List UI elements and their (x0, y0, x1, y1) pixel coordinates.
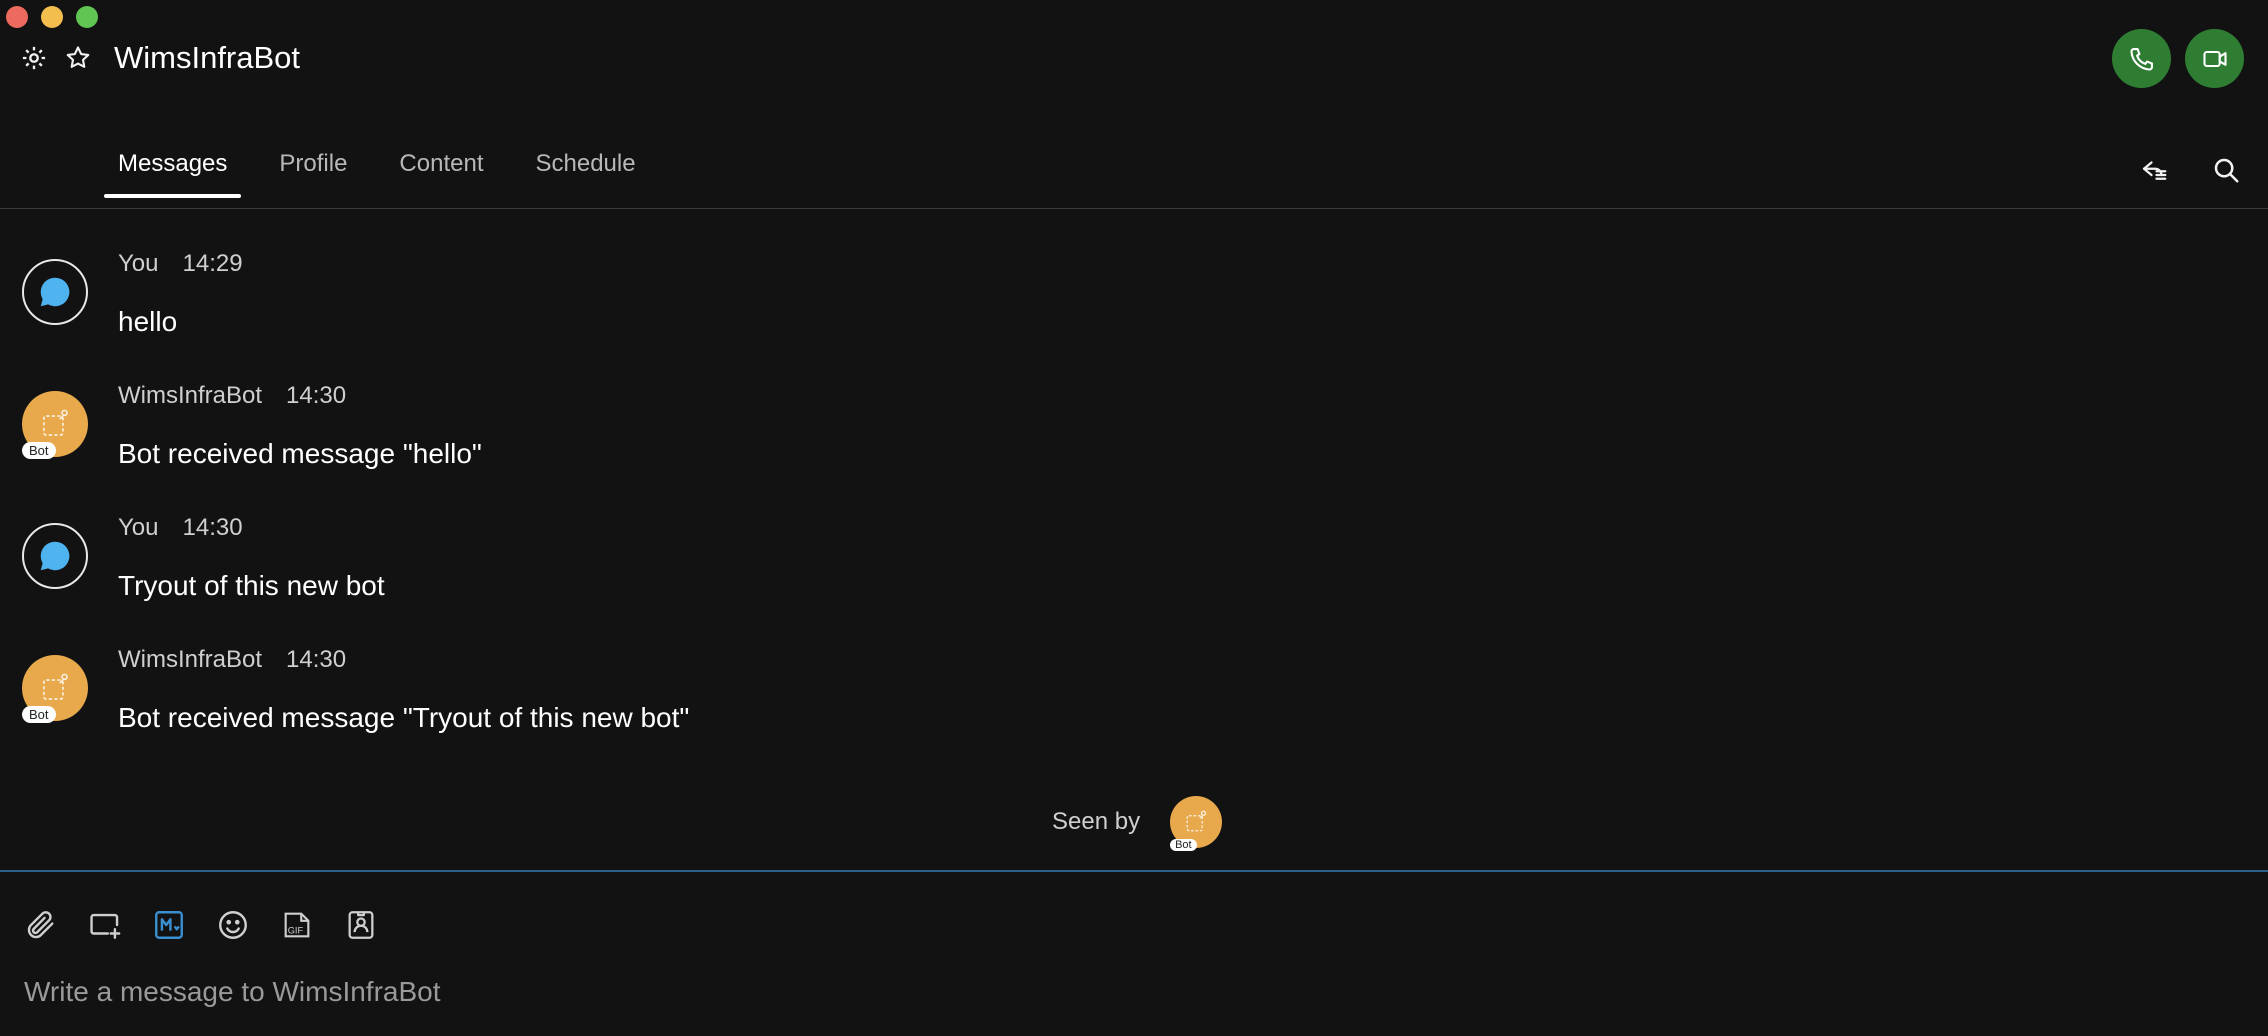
message-meta: WimsInfraBot 14:30 (118, 646, 346, 674)
video-icon (2202, 50, 2227, 67)
composer-toolbar: GIF (24, 908, 378, 942)
tab-messages[interactable]: Messages (104, 150, 242, 198)
attach-icon[interactable] (24, 908, 58, 942)
message-time: 14:30 (286, 646, 347, 673)
add-screen-icon[interactable] (88, 908, 122, 942)
close-window-button[interactable] (6, 6, 28, 28)
seen-avatar[interactable]: Bot (1170, 796, 1223, 851)
gear-icon[interactable] (20, 44, 48, 72)
markdown-icon[interactable] (152, 908, 186, 942)
message-input[interactable] (24, 970, 2224, 1014)
tab-actions (2138, 154, 2242, 186)
bot-badge: Bot (22, 442, 56, 459)
message-item: You 14:29 hello (20, 250, 2268, 382)
bot-icon (43, 673, 68, 700)
video-call-button[interactable] (2185, 29, 2244, 88)
tab-content[interactable]: Content (385, 150, 497, 198)
contact-icon[interactable] (344, 908, 378, 942)
audio-call-button[interactable] (2112, 29, 2171, 88)
tab-divider (0, 208, 2268, 209)
tab-schedule[interactable]: Schedule (521, 150, 649, 198)
message-time: 14:29 (182, 250, 243, 277)
message-sender: You (118, 250, 159, 277)
phone-icon (2129, 47, 2153, 71)
avatar[interactable]: Bot (22, 655, 88, 723)
svg-text:GIF: GIF (288, 926, 304, 936)
share-icon[interactable] (2138, 154, 2170, 186)
seen-by: Seen by Bot (1052, 796, 1223, 851)
message-item: You 14:30 Tryout of this new bot (20, 514, 2268, 646)
composer-divider (0, 870, 2268, 872)
message-item: Bot WimsInfraBot 14:30 Bot received messa… (20, 646, 2268, 778)
message-meta: You 14:30 (118, 514, 243, 542)
bot-icon (43, 409, 68, 436)
avatar[interactable] (22, 523, 88, 589)
message-text: hello (118, 306, 178, 337)
avatar[interactable] (22, 259, 88, 325)
message-meta: You 14:29 (118, 250, 243, 278)
message-list: You 14:29 hello Bot WimsInfraBot 14:30 Bot… (20, 250, 2268, 778)
message-text: Bot received message "hello" (118, 438, 482, 469)
chat-bubble-icon (40, 277, 70, 307)
message-sender: You (118, 514, 159, 541)
message-meta: WimsInfraBot 14:30 (118, 382, 346, 410)
chat-header: WimsInfraBot (20, 36, 300, 80)
chat-title: WimsInfraBot (114, 40, 301, 75)
message-time: 14:30 (182, 514, 243, 541)
maximize-window-button[interactable] (76, 6, 98, 28)
bot-badge: Bot (22, 706, 56, 723)
message-sender: WimsInfraBot (118, 646, 263, 673)
gif-icon[interactable]: GIF (280, 908, 314, 942)
tab-bar: Messages Profile Content Schedule (104, 150, 674, 198)
tab-profile[interactable]: Profile (265, 150, 361, 198)
message-sender: WimsInfraBot (118, 382, 263, 409)
chat-bubble-icon (40, 541, 70, 571)
minimize-window-button[interactable] (41, 6, 63, 28)
message-text: Bot received message "Tryout of this new… (118, 702, 690, 733)
bot-icon (1186, 810, 1207, 832)
message-text: Tryout of this new bot (118, 570, 385, 601)
seen-by-label: Seen by (1052, 808, 1141, 835)
message-item: Bot WimsInfraBot 14:30 Bot received messa… (20, 382, 2268, 514)
bot-badge: Bot (1170, 839, 1197, 851)
search-icon[interactable] (2210, 154, 2242, 186)
emoji-icon[interactable] (216, 908, 250, 942)
avatar[interactable]: Bot (22, 391, 88, 459)
call-controls (2112, 29, 2244, 88)
star-icon[interactable] (64, 44, 92, 72)
window-controls (6, 6, 98, 28)
message-time: 14:30 (286, 382, 347, 409)
